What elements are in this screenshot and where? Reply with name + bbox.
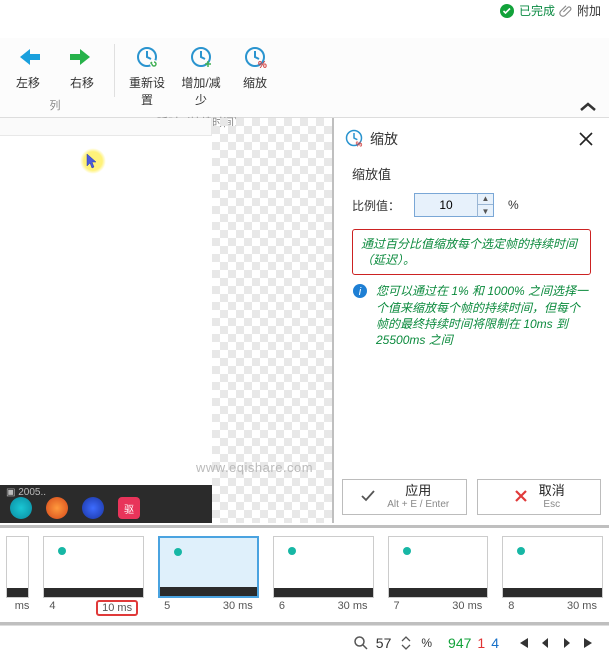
ratio-spin-up[interactable]: ▲ <box>478 193 493 205</box>
zoom-spin[interactable] <box>397 634 415 652</box>
panel-icon: % <box>344 128 364 151</box>
chevron-up-icon <box>579 101 597 113</box>
clock-plusminus-icon <box>189 44 213 70</box>
frame-ms: 30 ms <box>452 600 482 612</box>
ratio-input[interactable] <box>415 198 477 212</box>
app-icon-4: 驱 <box>118 497 140 519</box>
status-blue: 4 <box>491 635 499 651</box>
app-icon-3 <box>82 497 104 519</box>
preview-canvas: www.eqishare.com <box>0 118 332 523</box>
zoom-unit: % <box>421 636 432 650</box>
delay-reset-label: 重新设置 <box>125 74 169 108</box>
ribbon-group-move-caption: 列 <box>50 97 61 113</box>
delay-scale-label: 缩放 <box>243 74 267 91</box>
frame-idx: 6 <box>279 600 285 612</box>
cancel-label: 取消 <box>539 484 565 498</box>
cursor-icon <box>86 153 100 169</box>
cancel-hint: Esc <box>543 499 560 510</box>
cursor-highlight <box>80 148 106 174</box>
frame-ms-highlight: 10 ms <box>96 600 138 616</box>
cancel-button[interactable]: 取消Esc <box>477 479 602 515</box>
frame-4[interactable]: 4 10 ms <box>43 536 144 622</box>
arrow-left-icon <box>16 44 40 70</box>
delay-incdec-button[interactable]: 增加/减少 <box>179 38 223 108</box>
status-done-label: 已完成 <box>519 2 555 19</box>
close-icon <box>578 131 594 147</box>
frame-6[interactable]: 6 30 ms <box>273 536 374 622</box>
nav-last-button[interactable] <box>579 634 599 652</box>
status-done: 已完成 <box>499 2 555 19</box>
ratio-input-wrapper[interactable]: ▲ ▼ <box>414 193 494 217</box>
attach-label[interactable]: 附加 <box>577 2 601 19</box>
apply-hint: Alt + E / Enter <box>387 499 449 510</box>
ribbon-group-delay: 重新设置 增加/减少 % 缩放 延时（持续时间） <box>119 38 283 117</box>
info-icon: i <box>352 283 368 348</box>
move-left-label: 左移 <box>16 74 40 91</box>
frame-nav <box>513 634 599 652</box>
collapse-ribbon-button[interactable] <box>579 100 597 116</box>
frame-ms: 30 ms <box>338 600 368 612</box>
check-icon <box>359 487 377 508</box>
frame-ms: 30 ms <box>223 600 253 612</box>
frame-5-selected[interactable]: 5 30 ms <box>158 536 259 622</box>
ratio-unit: % <box>508 198 519 212</box>
status-green: 947 <box>448 635 471 651</box>
ratio-spin-down[interactable]: ▼ <box>478 205 493 217</box>
status-red: 1 <box>477 635 485 651</box>
nav-prev-button[interactable] <box>535 634 555 652</box>
check-circle-icon <box>499 3 515 19</box>
frame-idx: 7 <box>394 600 400 612</box>
frame-ms: ms <box>15 600 30 612</box>
ribbon-group-move: 左移 右移 列 <box>0 38 110 117</box>
frame-idx: 8 <box>508 600 514 612</box>
delay-reset-button[interactable]: 重新设置 <box>125 38 169 108</box>
taskbar-preview: ▣ 2005.. 驱 <box>0 485 212 523</box>
ratio-label: 比例值： <box>352 197 400 214</box>
scale-panel: % 缩放 缩放值 比例值： ▲ ▼ % 通过百分比值缩放每个选定帧的持续时间（延… <box>332 118 609 523</box>
status-bar: 57 % 947 1 4 <box>0 625 609 659</box>
frame-idx: 5 <box>164 600 170 612</box>
attach-icon[interactable] <box>559 4 573 18</box>
zoom-icon[interactable] <box>352 634 370 652</box>
frame-strip[interactable]: ms 4 10 ms 5 30 ms 6 30 ms 7 30 ms 8 30 ms <box>0 525 609 625</box>
frame-7[interactable]: 7 30 ms <box>388 536 489 622</box>
frame-ms: 30 ms <box>567 600 597 612</box>
app-icon-1 <box>10 497 32 519</box>
x-icon <box>513 488 529 507</box>
clock-percent-icon: % <box>243 44 267 70</box>
frame-partial[interactable]: ms <box>6 536 29 622</box>
move-right-label: 右移 <box>70 74 94 91</box>
nav-next-button[interactable] <box>557 634 577 652</box>
move-left-button[interactable]: 左移 <box>6 38 50 91</box>
delay-incdec-label: 增加/减少 <box>179 74 223 108</box>
tip-box: 通过百分比值缩放每个选定帧的持续时间（延迟）。 <box>352 229 591 275</box>
ribbon: 左移 右移 列 重新设置 增加/减少 % 缩放 延时（持续时间） <box>0 38 609 118</box>
info-text: 您可以通过在 1% 和 1000% 之间选择一个值来缩放每个帧的持续时间，但每个… <box>376 283 591 348</box>
panel-close-button[interactable] <box>573 126 599 152</box>
delay-scale-button[interactable]: % 缩放 <box>233 38 277 108</box>
zoom-value: 57 <box>376 635 392 651</box>
svg-text:%: % <box>258 60 267 69</box>
panel-section-label: 缩放值 <box>352 164 591 183</box>
clock-reset-icon <box>135 44 159 70</box>
frame-idx: 4 <box>49 600 55 616</box>
app-icon-2 <box>46 497 68 519</box>
move-right-button[interactable]: 右移 <box>60 38 104 91</box>
watermark: www.eqishare.com <box>196 460 313 475</box>
frame-8[interactable]: 8 30 ms <box>502 536 603 622</box>
apply-button[interactable]: 应用Alt + E / Enter <box>342 479 467 515</box>
svg-text:%: % <box>356 139 363 148</box>
panel-title: 缩放 <box>370 129 398 149</box>
apply-label: 应用 <box>405 484 431 498</box>
nav-first-button[interactable] <box>513 634 533 652</box>
arrow-right-icon <box>70 44 94 70</box>
